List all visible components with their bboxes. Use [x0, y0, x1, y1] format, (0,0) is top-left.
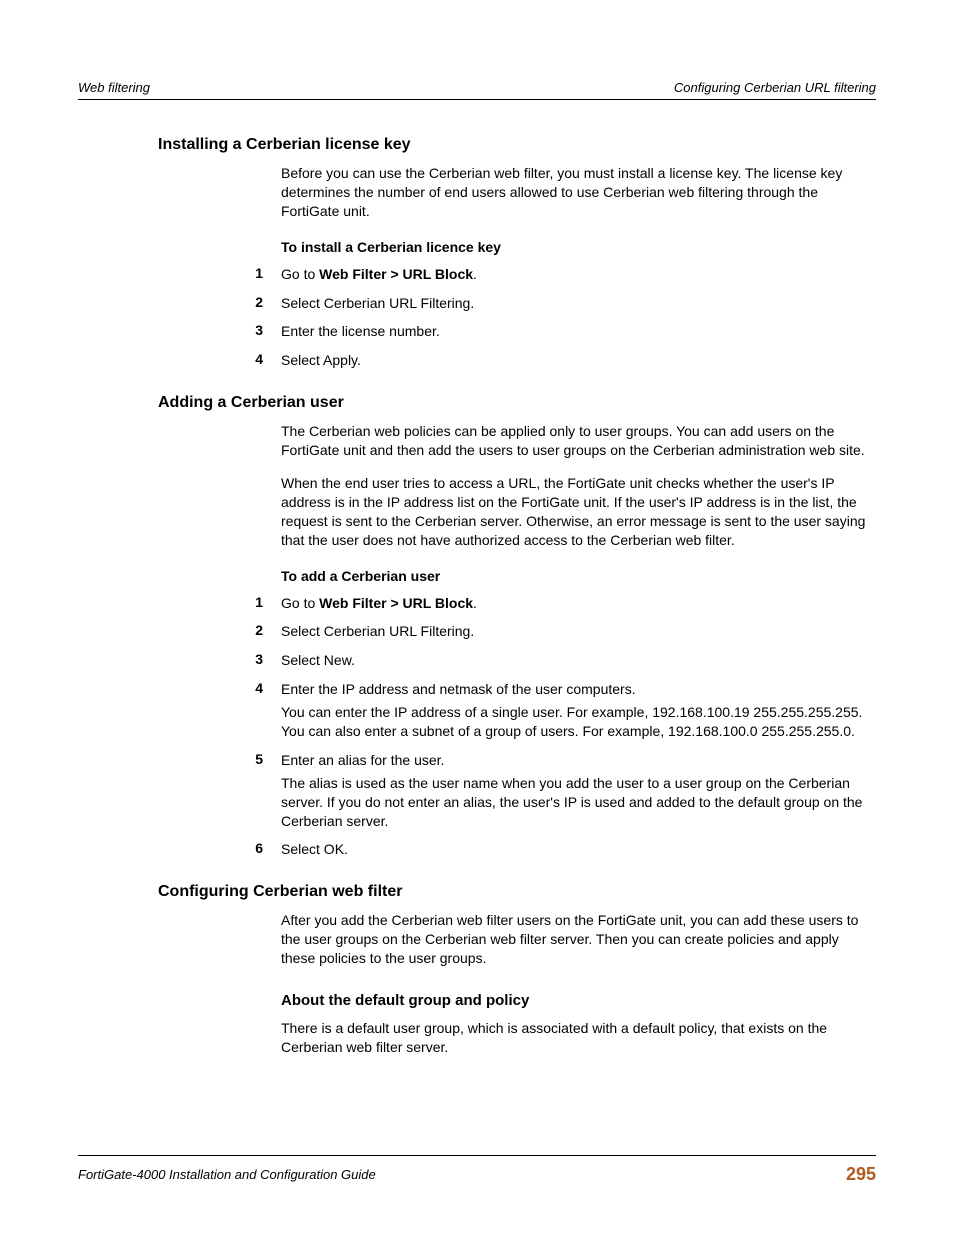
text: Enter the license number. — [281, 322, 876, 341]
step-number: 6 — [158, 840, 281, 863]
text: Go to — [281, 595, 319, 611]
step-number: 2 — [158, 294, 281, 317]
step: 1 Go to Web Filter > URL Block. — [158, 265, 876, 288]
text: Select New. — [281, 651, 876, 670]
heading-install-license: Installing a Cerberian license key — [78, 136, 876, 154]
procedure-heading: To install a Cerberian licence key — [281, 239, 876, 255]
text: Enter an alias for the user. — [281, 751, 876, 770]
step-text: Enter the IP address and netmask of the … — [281, 680, 876, 745]
step: 6 Select OK. — [158, 840, 876, 863]
step-number: 4 — [158, 680, 281, 745]
step: 4 Select Apply. — [158, 351, 876, 374]
page-header: Web filtering Configuring Cerberian URL … — [78, 80, 876, 100]
step: 5 Enter an alias for the user. The alias… — [158, 751, 876, 835]
step-number: 3 — [158, 651, 281, 674]
step-number: 2 — [158, 622, 281, 645]
step-number: 1 — [158, 265, 281, 288]
page-footer: FortiGate-4000 Installation and Configur… — [78, 1155, 876, 1185]
text: Select OK. — [281, 840, 876, 859]
text: The alias is used as the user name when … — [281, 774, 876, 831]
body-text: There is a default user group, which is … — [281, 1019, 876, 1057]
step: 4 Enter the IP address and netmask of th… — [158, 680, 876, 745]
step: 1 Go to Web Filter > URL Block. — [158, 594, 876, 617]
subheading-default-group: About the default group and policy — [158, 992, 876, 1009]
text: Select Cerberian URL Filtering. — [281, 622, 876, 641]
body-text: When the end user tries to access a URL,… — [281, 474, 876, 550]
step-number: 1 — [158, 594, 281, 617]
step: 3 Select New. — [158, 651, 876, 674]
step-text: Select Cerberian URL Filtering. — [281, 294, 876, 317]
text: Enter the IP address and netmask of the … — [281, 680, 876, 699]
text: You can enter the IP address of a single… — [281, 703, 876, 741]
text: Go to — [281, 266, 319, 282]
step-number: 4 — [158, 351, 281, 374]
menu-path: Web Filter > URL Block — [319, 595, 473, 611]
body-text: The Cerberian web policies can be applie… — [281, 422, 876, 460]
step-text: Enter the license number. — [281, 322, 876, 345]
text: . — [473, 266, 477, 282]
step-text: Go to Web Filter > URL Block. — [281, 265, 876, 288]
menu-path: Web Filter > URL Block — [319, 266, 473, 282]
text: Select Cerberian URL Filtering. — [281, 294, 876, 313]
step: 2 Select Cerberian URL Filtering. — [158, 294, 876, 317]
page-content: Installing a Cerberian license key Befor… — [78, 136, 876, 1057]
step-text: Enter an alias for the user. The alias i… — [281, 751, 876, 835]
text: Select Apply. — [281, 351, 876, 370]
body-text: After you add the Cerberian web filter u… — [281, 911, 876, 968]
step-number: 3 — [158, 322, 281, 345]
header-right: Configuring Cerberian URL filtering — [674, 80, 876, 95]
step-text: Go to Web Filter > URL Block. — [281, 594, 876, 617]
step-text: Select New. — [281, 651, 876, 674]
header-left: Web filtering — [78, 80, 150, 95]
step-text: Select OK. — [281, 840, 876, 863]
page-number: 295 — [846, 1164, 876, 1185]
step: 2 Select Cerberian URL Filtering. — [158, 622, 876, 645]
footer-title: FortiGate-4000 Installation and Configur… — [78, 1167, 376, 1182]
body-text: Before you can use the Cerberian web fil… — [281, 164, 876, 221]
step-text: Select Cerberian URL Filtering. — [281, 622, 876, 645]
procedure-heading: To add a Cerberian user — [281, 568, 876, 584]
step-text: Select Apply. — [281, 351, 876, 374]
step: 3 Enter the license number. — [158, 322, 876, 345]
heading-add-user: Adding a Cerberian user — [78, 394, 876, 412]
text: . — [473, 595, 477, 611]
page: Web filtering Configuring Cerberian URL … — [0, 0, 954, 1235]
step-number: 5 — [158, 751, 281, 835]
heading-config-filter: Configuring Cerberian web filter — [78, 883, 876, 901]
